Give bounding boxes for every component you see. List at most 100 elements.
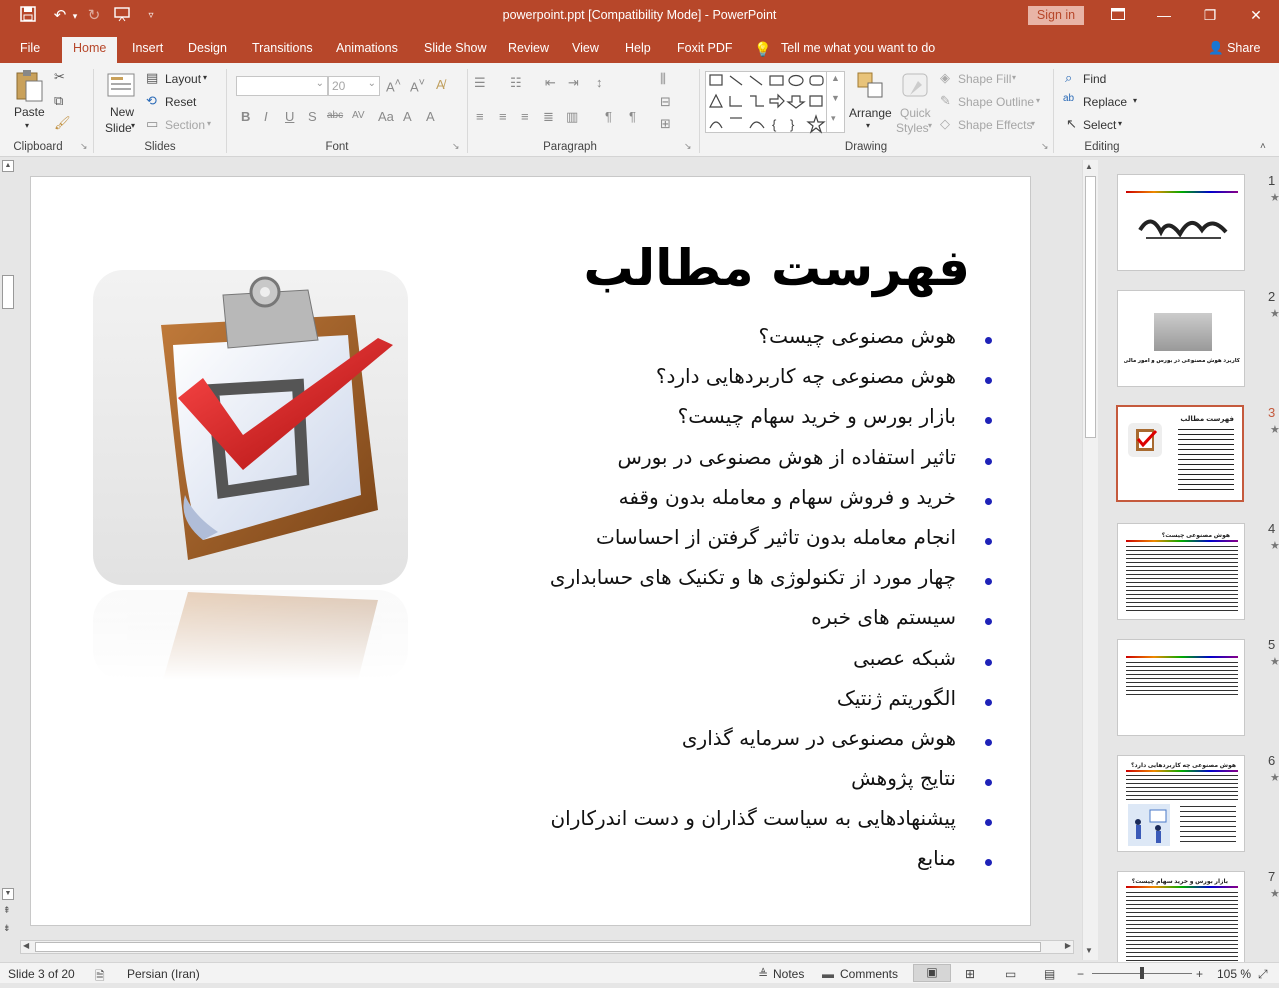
increase-font-size-icon[interactable]: A˄ <box>386 77 401 94</box>
bullet-item[interactable]: نتایج پژوهش <box>436 766 996 806</box>
tell-me-search[interactable]: Tell me what you want to do <box>781 41 935 55</box>
bullets-icon[interactable]: ☰ <box>474 75 486 91</box>
decrease-font-size-icon[interactable]: A˅ <box>410 77 425 94</box>
share-button[interactable]: 👤 Share <box>1208 41 1260 56</box>
tab-slide-show[interactable]: Slide Show <box>424 41 487 55</box>
align-left-icon[interactable]: ≡ <box>476 109 484 124</box>
vertical-scroll-thumb[interactable] <box>1085 176 1096 438</box>
zoom-in-icon[interactable]: + <box>1196 967 1203 981</box>
font-name-dropdown-icon[interactable]: ⌄ <box>316 78 324 89</box>
section-dropdown-icon[interactable]: ▾ <box>207 119 211 128</box>
font-size-combobox[interactable]: 20 ⌄ <box>328 76 380 96</box>
shape-effects-dropdown-icon[interactable]: ▾ <box>1031 119 1035 128</box>
reading-view-icon[interactable]: ▭ <box>1005 967 1016 981</box>
font-name-combobox[interactable]: ⌄ <box>236 76 328 96</box>
previous-slide-icon[interactable]: ⇞ <box>3 905 11 916</box>
layout-button[interactable]: Layout <box>165 72 201 86</box>
clipboard-launcher-icon[interactable]: ↘ <box>80 141 88 152</box>
gallery-more-icon[interactable]: ▾ <box>831 113 836 124</box>
shape-fill-button[interactable]: Shape Fill <box>958 72 1011 86</box>
paste-button[interactable]: Paste <box>14 105 45 119</box>
layout-dropdown-icon[interactable]: ▾ <box>203 73 207 82</box>
slide-title[interactable]: فهرست مطالب <box>584 239 971 297</box>
tab-transitions[interactable]: Transitions <box>252 41 313 55</box>
gallery-down-icon[interactable]: ▼ <box>831 93 840 103</box>
quick-styles-label[interactable]: Styles <box>896 121 929 135</box>
bullet-item[interactable]: انجام معامله بدون تاثیر گرفتن از احساسات <box>436 525 996 565</box>
slide-bullet-list[interactable]: هوش مصنوعی چیست؟ هوش مصنوعی چه کاربردهای… <box>436 324 996 887</box>
bullet-item[interactable]: هوش مصنوعی چیست؟ <box>436 324 996 364</box>
slide-thumbnail-6[interactable]: هوش مصنوعی چه کاربردهایی دارد؟ <box>1117 755 1245 852</box>
scroll-right-icon[interactable]: ▶ <box>1065 941 1071 950</box>
slide-thumbnail-1[interactable] <box>1117 174 1245 271</box>
vscroll-down-icon[interactable]: ▼ <box>1085 946 1093 955</box>
slide-thumbnail-5[interactable] <box>1117 639 1245 736</box>
section-button[interactable]: Section <box>165 118 205 132</box>
tab-help[interactable]: Help <box>625 41 651 55</box>
comments-button[interactable]: Comments <box>840 967 898 981</box>
slide-thumbnail-7[interactable]: بازار بورس و خرید سهام چیست؟ <box>1117 871 1245 962</box>
slide-thumbnail-4[interactable]: هوش مصنوعی چیست؟ <box>1117 523 1245 620</box>
find-button[interactable]: Find <box>1083 72 1106 86</box>
font-size-dropdown-icon[interactable]: ⌄ <box>368 78 376 89</box>
tab-file[interactable]: File <box>20 41 40 55</box>
arrange-icon[interactable] <box>856 71 886 101</box>
notes-button[interactable]: Notes <box>773 967 804 981</box>
reset-button[interactable]: Reset <box>165 95 196 109</box>
zoom-slider-thumb[interactable] <box>1140 967 1144 979</box>
bullet-item[interactable]: شبکه عصبی <box>436 646 996 686</box>
convert-to-smartart-icon[interactable]: ⊞ <box>660 116 671 132</box>
clear-formatting-icon[interactable]: A̸ <box>436 77 445 92</box>
close-icon[interactable]: ✕ <box>1233 0 1279 33</box>
columns-icon[interactable]: ▥ <box>566 109 578 125</box>
arrange-button[interactable]: Arrange <box>849 106 892 120</box>
paste-icon[interactable] <box>14 69 44 103</box>
bullet-item[interactable]: پیشنهادهایی به سیاست گذاران و دست اندرکا… <box>436 806 996 846</box>
bullet-item[interactable]: خرید و فروش سهام و معامله بدون وقفه <box>436 485 996 525</box>
tab-animations[interactable]: Animations <box>336 41 398 55</box>
tab-home[interactable]: Home <box>62 37 118 63</box>
font-color-icon[interactable]: A <box>403 109 412 124</box>
shapes-gallery[interactable]: { } <box>705 71 845 134</box>
new-slide-label[interactable]: Slide <box>105 121 132 135</box>
bullet-item[interactable]: سیستم های خبره <box>436 605 996 645</box>
quick-styles-icon[interactable] <box>900 71 932 101</box>
clipboard-checkmark-image[interactable] <box>93 270 408 680</box>
zoom-level[interactable]: 105 % <box>1217 967 1251 981</box>
text-direction-icon[interactable]: ⫼ <box>660 71 666 87</box>
left-scroll-thumb[interactable] <box>2 275 14 309</box>
quick-styles-button[interactable]: Quick <box>900 106 931 120</box>
language-indicator[interactable]: Persian (Iran) <box>127 967 200 981</box>
replace-dropdown-icon[interactable]: ▾ <box>1133 96 1137 105</box>
gallery-up-icon[interactable]: ▲ <box>831 73 840 83</box>
ribbon-display-options-icon[interactable] <box>1095 0 1141 33</box>
italic-icon[interactable]: I <box>264 109 268 124</box>
line-spacing-icon[interactable]: ↕ <box>596 75 603 90</box>
select-dropdown-icon[interactable]: ▾ <box>1118 119 1122 128</box>
slide-sorter-icon[interactable]: ⊞ <box>965 967 975 981</box>
slide-thumbnail-2[interactable]: کاربرد هوش مصنوعی در بورس و امور مالی <box>1117 290 1245 387</box>
ltr-icon[interactable]: ¶ <box>605 109 612 124</box>
font-color-alt-icon[interactable]: A <box>426 109 435 124</box>
select-button[interactable]: Select <box>1083 118 1116 132</box>
spell-check-icon[interactable]: 🗎 <box>95 967 105 988</box>
tab-view[interactable]: View <box>572 41 599 55</box>
horizontal-scroll-thumb[interactable] <box>35 942 1041 952</box>
shapes-gallery-scroll[interactable]: ▲ ▼ ▾ <box>826 71 844 133</box>
shape-outline-dropdown-icon[interactable]: ▾ <box>1036 96 1040 105</box>
align-right-icon[interactable]: ≡ <box>521 109 529 124</box>
collapse-ribbon-icon[interactable]: ˄ <box>1260 141 1266 152</box>
bullet-item[interactable]: تاثیر استفاده از هوش مصنوعی در بورس <box>436 445 996 485</box>
vertical-scrollbar[interactable]: ▲ ▼ <box>1082 160 1098 960</box>
new-slide-icon[interactable] <box>106 71 136 99</box>
tab-design[interactable]: Design <box>188 41 227 55</box>
justify-icon[interactable]: ≣ <box>543 109 554 125</box>
cut-icon[interactable]: ✂ <box>54 69 65 85</box>
slide-show-icon[interactable]: ▤ <box>1044 967 1055 981</box>
bullet-item[interactable]: الگوریتم ژنتیک <box>436 686 996 726</box>
change-case-icon[interactable]: Aa <box>378 109 394 124</box>
bold-icon[interactable]: B <box>241 109 250 124</box>
copy-icon[interactable]: ⧉ <box>54 93 63 109</box>
replace-button[interactable]: Replace <box>1083 95 1127 109</box>
center-icon[interactable]: ≡ <box>499 109 507 124</box>
